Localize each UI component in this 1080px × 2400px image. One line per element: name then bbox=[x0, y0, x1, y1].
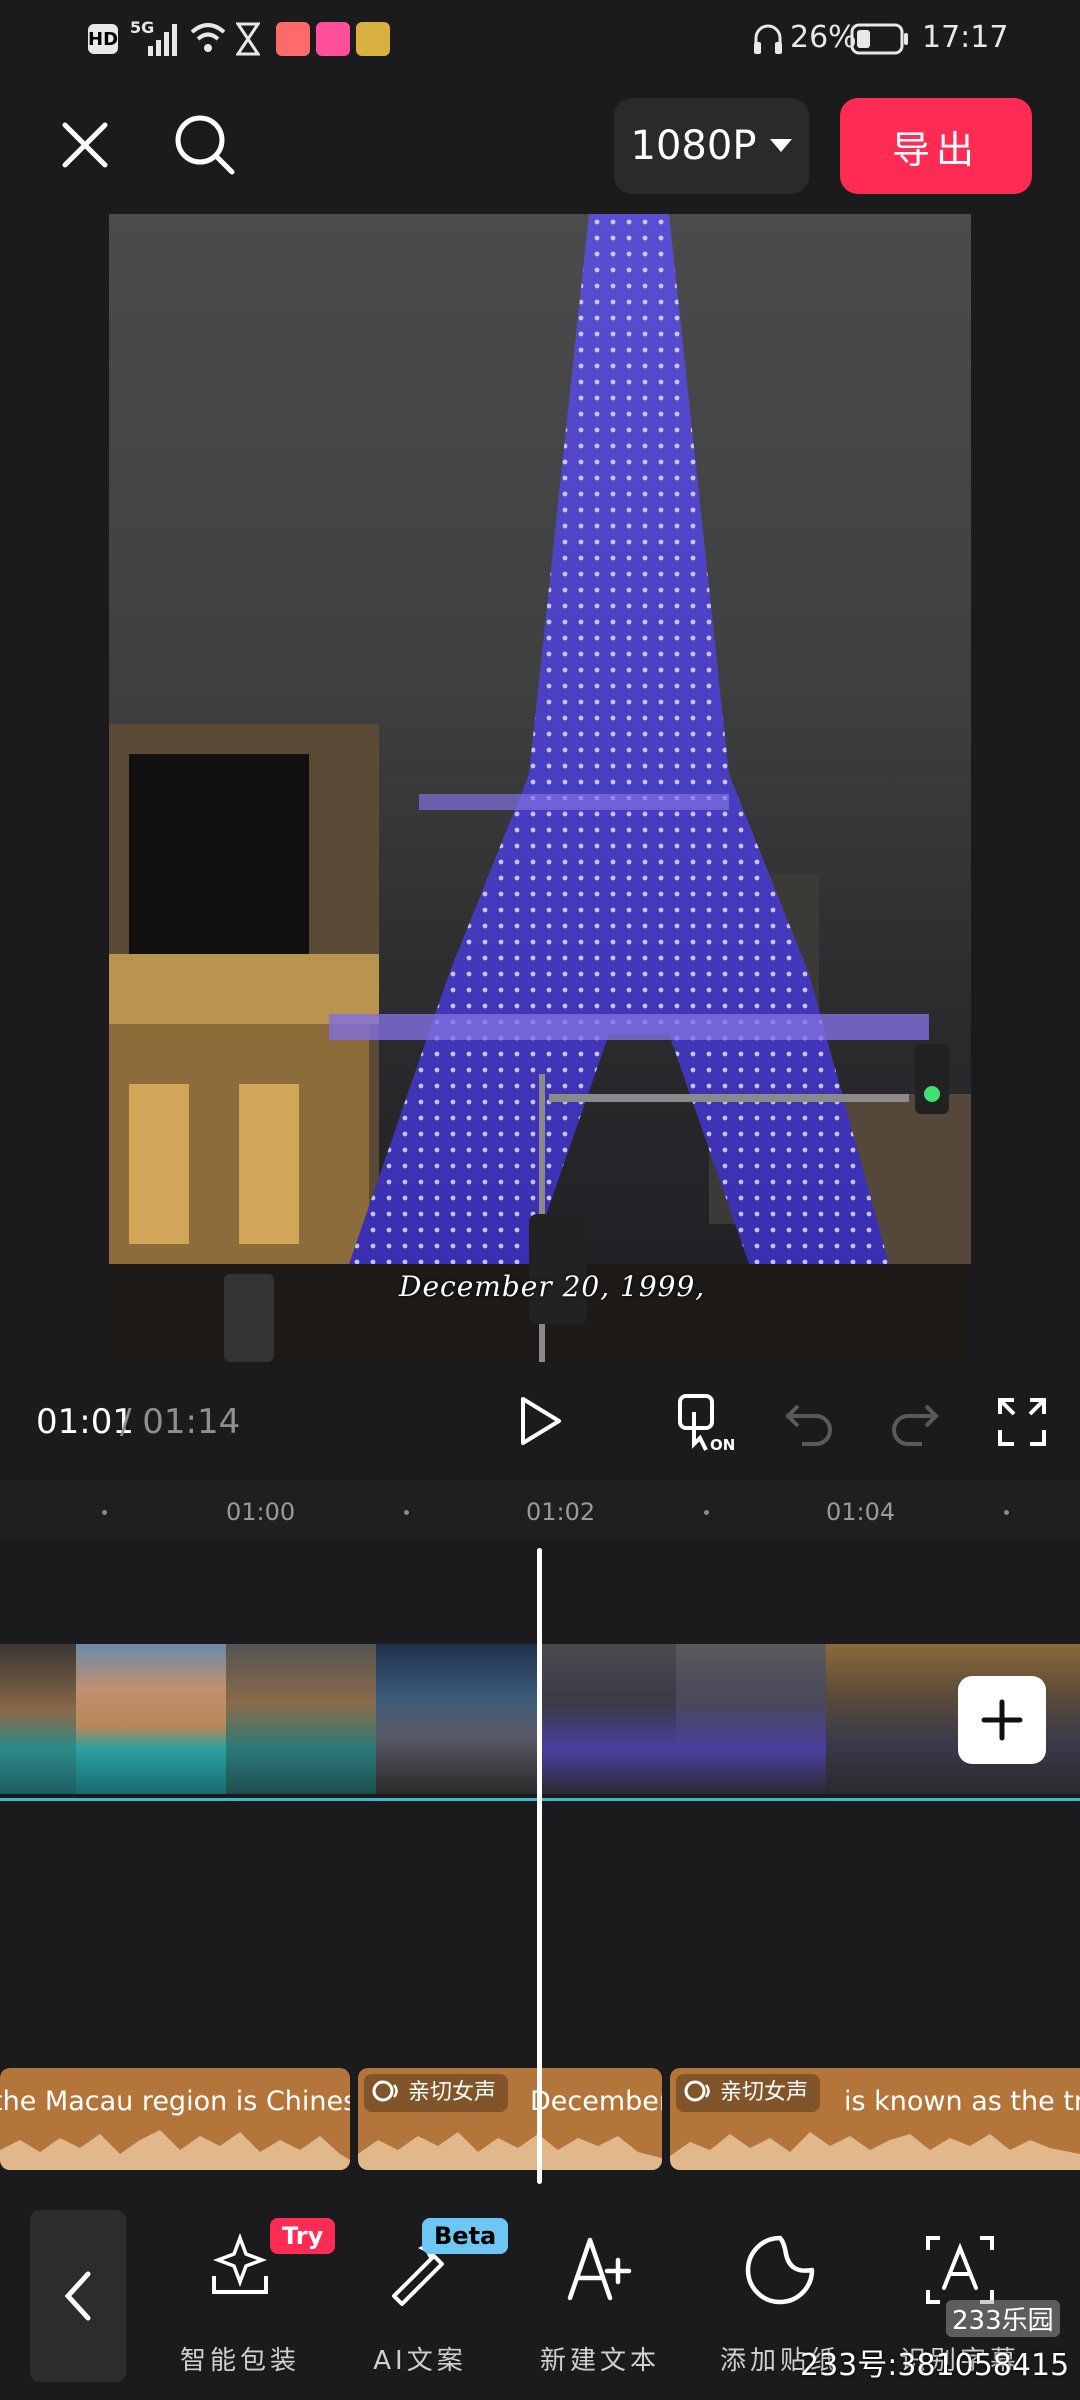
total-time: / 01:14 bbox=[120, 1402, 241, 1442]
watermark-id: 233号:381058415 bbox=[800, 2348, 1070, 2383]
waveform bbox=[358, 2132, 662, 2170]
preview-frame-image bbox=[109, 214, 971, 1362]
ruler-label: 01:00 bbox=[226, 1498, 296, 1526]
hd-badge: HD bbox=[88, 24, 118, 54]
app-notification-icon bbox=[316, 22, 350, 56]
play-icon bbox=[521, 1397, 561, 1445]
try-badge: Try bbox=[270, 2218, 336, 2254]
export-button[interactable]: 导出 bbox=[840, 98, 1032, 194]
ruler-dot bbox=[704, 1510, 709, 1515]
ruler-dot bbox=[404, 1510, 409, 1515]
close-icon bbox=[62, 122, 108, 168]
battery-percent: 26% bbox=[790, 20, 857, 55]
video-caption: December 20, 1999, bbox=[399, 1270, 706, 1303]
keyframe-on-icon: ON bbox=[678, 1394, 735, 1454]
timeline-ruler[interactable]: 01:00 01:02 01:04 bbox=[0, 1480, 1080, 1540]
keyframe-toggle-button[interactable]: ON bbox=[676, 1392, 738, 1454]
audio-clip[interactable]: 亲切女声 is known as the trans bbox=[670, 2068, 1080, 2170]
app-notification-icon bbox=[276, 22, 310, 56]
clip-thumbnail[interactable] bbox=[226, 1644, 376, 1794]
video-preview[interactable]: December 20, 1999, bbox=[109, 214, 971, 1362]
caret-down-icon bbox=[770, 139, 793, 152]
tool-label: AI文案 bbox=[373, 2346, 467, 2376]
signal-icon bbox=[148, 24, 177, 56]
waveform bbox=[0, 2130, 350, 2170]
fullscreen-icon bbox=[998, 1398, 1046, 1446]
voice-tag-label: 亲切女声 bbox=[408, 2080, 497, 2105]
audio-clip[interactable]: the Macau region is Chinese te bbox=[0, 2068, 350, 2170]
undo-icon bbox=[785, 1404, 832, 1446]
redo-icon bbox=[892, 1404, 939, 1446]
battery-icon bbox=[850, 23, 908, 55]
play-button[interactable] bbox=[510, 1388, 570, 1454]
app-notification-icon bbox=[356, 22, 390, 56]
search-icon bbox=[175, 115, 235, 175]
waveform bbox=[670, 2132, 1080, 2170]
clip-thumbnail[interactable] bbox=[76, 1644, 226, 1794]
fullscreen-button[interactable] bbox=[994, 1394, 1050, 1450]
subtitle-recognize-icon bbox=[926, 2236, 994, 2304]
back-button[interactable] bbox=[30, 2210, 126, 2382]
sticker-icon bbox=[745, 2235, 815, 2305]
ruler-label: 01:02 bbox=[526, 1498, 596, 1526]
ruler-label: 01:04 bbox=[826, 1498, 896, 1526]
ruler-dot bbox=[1004, 1510, 1009, 1515]
redo-button[interactable] bbox=[886, 1394, 942, 1450]
tool-add-sticker[interactable]: 添加贴纸 bbox=[700, 2230, 860, 2376]
tool-label: 新建文本 bbox=[539, 2346, 660, 2376]
chevron-left-icon bbox=[64, 2271, 91, 2321]
clip-thumbnail[interactable] bbox=[376, 1644, 542, 1794]
voice-tag: 亲切女声 bbox=[364, 2074, 509, 2112]
status-bar: HD 5G 26% 17:17 bbox=[0, 0, 1080, 80]
resolution-dropdown[interactable]: 1080P bbox=[614, 98, 809, 194]
headphones-icon bbox=[754, 24, 782, 54]
search-button[interactable] bbox=[168, 108, 242, 182]
audio-clip[interactable]: 亲切女声 December 20 bbox=[358, 2068, 662, 2170]
watermark-logo: 233乐园 bbox=[946, 2300, 1060, 2337]
wifi-icon bbox=[190, 23, 226, 52]
resolution-label: 1080P bbox=[630, 123, 757, 169]
voice-tag: 亲切女声 bbox=[676, 2074, 821, 2112]
tool-label: 智能包装 bbox=[179, 2346, 300, 2376]
undo-button[interactable] bbox=[782, 1394, 838, 1450]
hourglass-icon bbox=[236, 22, 260, 56]
clip-thumbnail[interactable] bbox=[0, 1644, 76, 1794]
beta-badge: Beta bbox=[422, 2218, 509, 2254]
sparkle-box-icon bbox=[212, 2233, 268, 2294]
clock: 17:17 bbox=[922, 20, 1009, 55]
svg-text:ON: ON bbox=[710, 1436, 735, 1454]
playhead[interactable] bbox=[537, 1548, 542, 2184]
plus-icon bbox=[981, 1699, 1023, 1741]
text-add-icon bbox=[567, 2237, 632, 2301]
clip-thumbnail[interactable] bbox=[676, 1644, 826, 1794]
voice-icon bbox=[372, 2080, 398, 2102]
voice-tag-label: 亲切女声 bbox=[720, 2080, 809, 2105]
tool-new-text[interactable]: 新建文本 bbox=[520, 2230, 680, 2376]
ruler-dot bbox=[102, 1510, 107, 1515]
voice-icon bbox=[684, 2080, 710, 2102]
clip-thumbnail[interactable] bbox=[542, 1644, 676, 1794]
close-button[interactable] bbox=[50, 110, 120, 180]
add-clip-button[interactable] bbox=[958, 1676, 1046, 1764]
